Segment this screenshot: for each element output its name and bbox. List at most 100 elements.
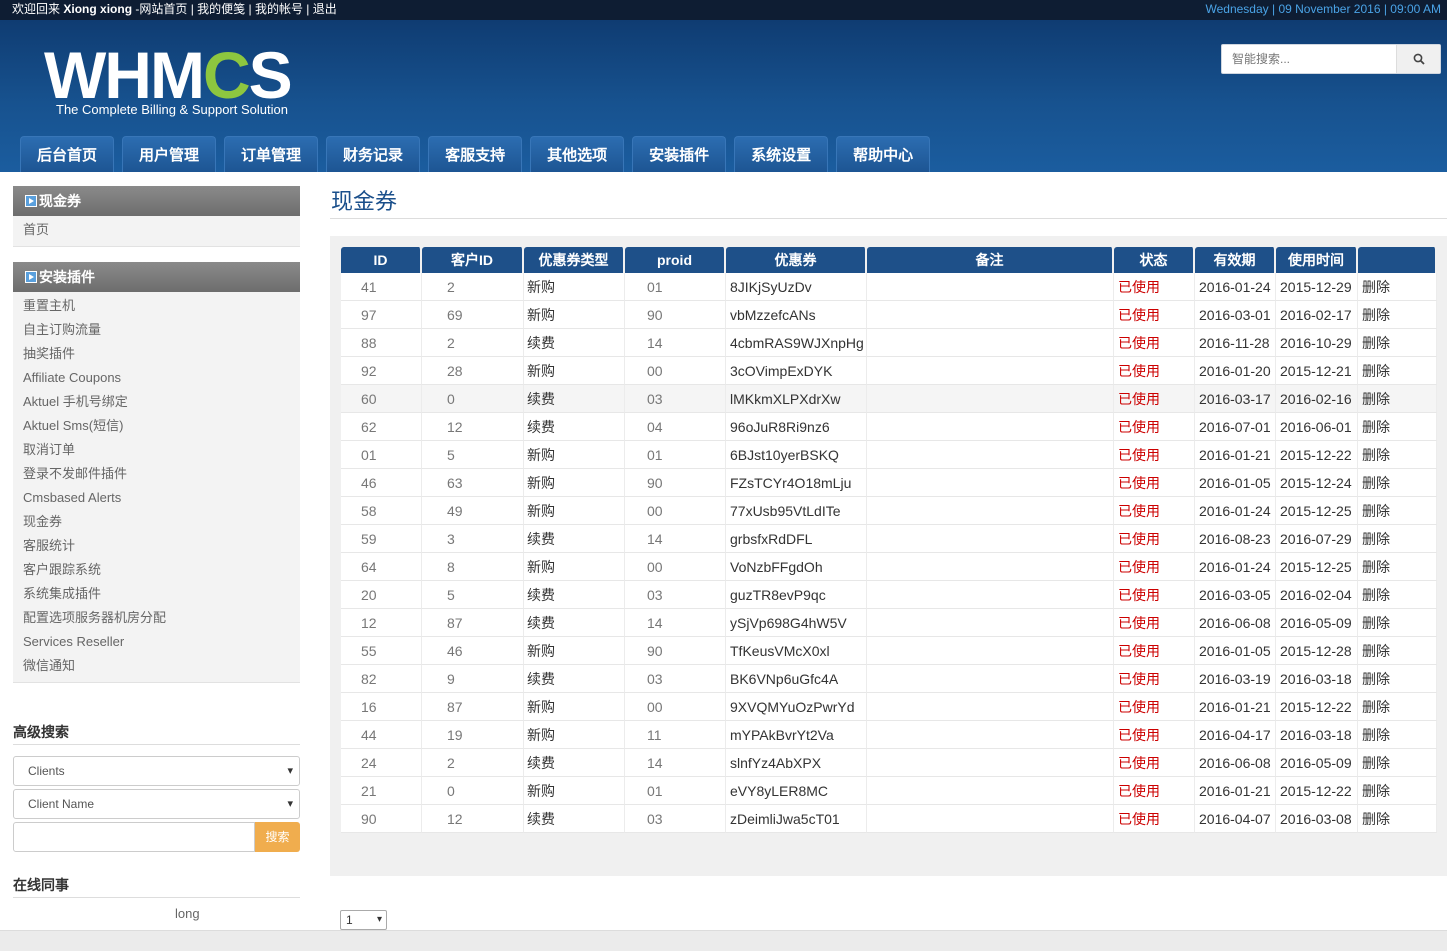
tab-admin-home[interactable]: 后台首页: [20, 136, 115, 172]
delete-link[interactable]: 删除: [1358, 357, 1437, 385]
tab-help[interactable]: 帮助中心: [836, 136, 931, 172]
advanced-search-input[interactable]: [13, 822, 255, 852]
cell-client-id: 8: [422, 553, 524, 581]
delete-link[interactable]: 删除: [1358, 637, 1437, 665]
delete-link[interactable]: 删除: [1358, 553, 1437, 581]
cell-proid: 03: [625, 665, 726, 693]
sidebar-item[interactable]: Services Reseller: [13, 630, 300, 654]
delete-link[interactable]: 删除: [1358, 525, 1437, 553]
cell-expiry: 2016-01-20: [1195, 357, 1276, 385]
cell-proid: 01: [625, 777, 726, 805]
cell-note: [867, 413, 1114, 441]
whmcs-logo[interactable]: WHMCS The Complete Billing & Support Sol…: [44, 42, 314, 122]
smart-search-input[interactable]: [1222, 45, 1396, 73]
sidebar-item[interactable]: 客户跟踪系统: [13, 558, 300, 582]
cell-client-id: 0: [422, 777, 524, 805]
welcome-text: 欢迎回来: [12, 2, 61, 16]
delete-link[interactable]: 删除: [1358, 469, 1437, 497]
cell-coupon-type: 新购: [524, 357, 625, 385]
sidebar-item[interactable]: 抽奖插件: [13, 342, 300, 366]
sidebar-item[interactable]: 系统集成插件: [13, 582, 300, 606]
tab-setup[interactable]: 系统设置: [734, 136, 829, 172]
tab-support[interactable]: 客服支持: [428, 136, 523, 172]
cell-id: 90: [341, 805, 422, 833]
top-links[interactable]: -网站首页 | 我的便笺 | 我的帐号 | 退出: [135, 2, 336, 16]
advanced-search-button[interactable]: 搜索: [255, 822, 300, 852]
cell-expiry: 2016-03-05: [1195, 581, 1276, 609]
delete-link[interactable]: 删除: [1358, 721, 1437, 749]
column-header[interactable]: 备注: [867, 247, 1114, 273]
sidebar-item[interactable]: Affiliate Coupons: [13, 366, 300, 390]
sidebar-item[interactable]: 登录不发邮件插件: [13, 462, 300, 486]
cell-status: 已使用: [1114, 665, 1195, 693]
sidebar-item[interactable]: Aktuel Sms(短信): [13, 414, 300, 438]
delete-link[interactable]: 删除: [1358, 749, 1437, 777]
column-header[interactable]: ID: [341, 247, 422, 273]
page-select[interactable]: 1: [340, 910, 387, 930]
sidebar-item[interactable]: 配置选项服务器机房分配: [13, 606, 300, 630]
table-row: 82 9 续费 03 BK6VNp6uGfc4A 已使用 2016-03-19 2016-03…: [341, 665, 1437, 693]
sidebar-item[interactable]: 自主订购流量: [13, 318, 300, 342]
online-staff-user[interactable]: long: [13, 898, 300, 921]
cell-client-id: 63: [422, 469, 524, 497]
cell-used-time: 2016-05-09: [1276, 609, 1358, 637]
column-header[interactable]: 优惠券类型: [524, 247, 625, 273]
smart-search-button[interactable]: [1396, 45, 1440, 73]
delete-link[interactable]: 删除: [1358, 273, 1437, 301]
column-header[interactable]: 优惠券: [726, 247, 867, 273]
sidebar-item[interactable]: Aktuel 手机号绑定: [13, 390, 300, 414]
cell-status: 已使用: [1114, 581, 1195, 609]
delete-link[interactable]: 删除: [1358, 693, 1437, 721]
cell-coupon-type: 续费: [524, 385, 625, 413]
tab-orders[interactable]: 订单管理: [224, 136, 319, 172]
cell-coupon-code: 77xUsb95VtLdITe: [726, 497, 867, 525]
cell-id: 58: [341, 497, 422, 525]
sidebar-item[interactable]: 取消订单: [13, 438, 300, 462]
tab-addons[interactable]: 安装插件: [632, 136, 727, 172]
cell-used-time: 2016-02-04: [1276, 581, 1358, 609]
cell-coupon-code: grbsfxRdDFL: [726, 525, 867, 553]
cell-proid: 01: [625, 441, 726, 469]
sidebar-item[interactable]: 客服统计: [13, 534, 300, 558]
delete-link[interactable]: 删除: [1358, 301, 1437, 329]
cell-used-time: 2015-12-22: [1276, 441, 1358, 469]
username[interactable]: Xiong xiong: [63, 2, 132, 16]
table-row: 92 28 新购 00 3cOVimpExDYK 已使用 2016-01-20 2015-12…: [341, 357, 1437, 385]
cell-coupon-code: 9XVQMYuOzPwrYd: [726, 693, 867, 721]
table-row: 64 8 新购 00 VoNzbFFgdOh 已使用 2016-01-24 2015-12-2…: [341, 553, 1437, 581]
delete-link[interactable]: 删除: [1358, 665, 1437, 693]
delete-link[interactable]: 删除: [1358, 777, 1437, 805]
column-header[interactable]: [1358, 247, 1437, 273]
sidebar-item[interactable]: 现金券: [13, 510, 300, 534]
delete-link[interactable]: 删除: [1358, 581, 1437, 609]
column-header[interactable]: 客户ID: [422, 247, 524, 273]
search-type-select[interactable]: Clients: [13, 756, 300, 786]
delete-link[interactable]: 删除: [1358, 413, 1437, 441]
sidebar-item[interactable]: 微信通知: [13, 654, 300, 678]
cell-expiry: 2016-01-05: [1195, 469, 1276, 497]
search-field-select[interactable]: Client Name: [13, 789, 300, 819]
cell-client-id: 49: [422, 497, 524, 525]
tab-billing[interactable]: 财务记录: [326, 136, 421, 172]
delete-link[interactable]: 删除: [1358, 329, 1437, 357]
cell-used-time: 2016-05-09: [1276, 749, 1358, 777]
column-header[interactable]: 状态: [1114, 247, 1195, 273]
column-header[interactable]: 使用时间: [1276, 247, 1358, 273]
table-header-row: ID 客户ID 优惠券类型 proid 优惠券 备注 状态 有效期 使用时间: [341, 247, 1437, 273]
cell-expiry: 2016-06-08: [1195, 609, 1276, 637]
tab-clients[interactable]: 用户管理: [122, 136, 217, 172]
delete-link[interactable]: 删除: [1358, 609, 1437, 637]
delete-link[interactable]: 删除: [1358, 385, 1437, 413]
cell-proid: 11: [625, 721, 726, 749]
sidebar-item[interactable]: 重置主机: [13, 294, 300, 318]
delete-link[interactable]: 删除: [1358, 805, 1437, 833]
cell-note: [867, 553, 1114, 581]
delete-link[interactable]: 删除: [1358, 441, 1437, 469]
tab-other[interactable]: 其他选项: [530, 136, 625, 172]
sidebar-item-home[interactable]: 首页: [13, 218, 300, 242]
sidebar-item[interactable]: Cmsbased Alerts: [13, 486, 300, 510]
column-header[interactable]: proid: [625, 247, 726, 273]
column-header[interactable]: 有效期: [1195, 247, 1276, 273]
cell-expiry: 2016-04-07: [1195, 805, 1276, 833]
delete-link[interactable]: 删除: [1358, 497, 1437, 525]
